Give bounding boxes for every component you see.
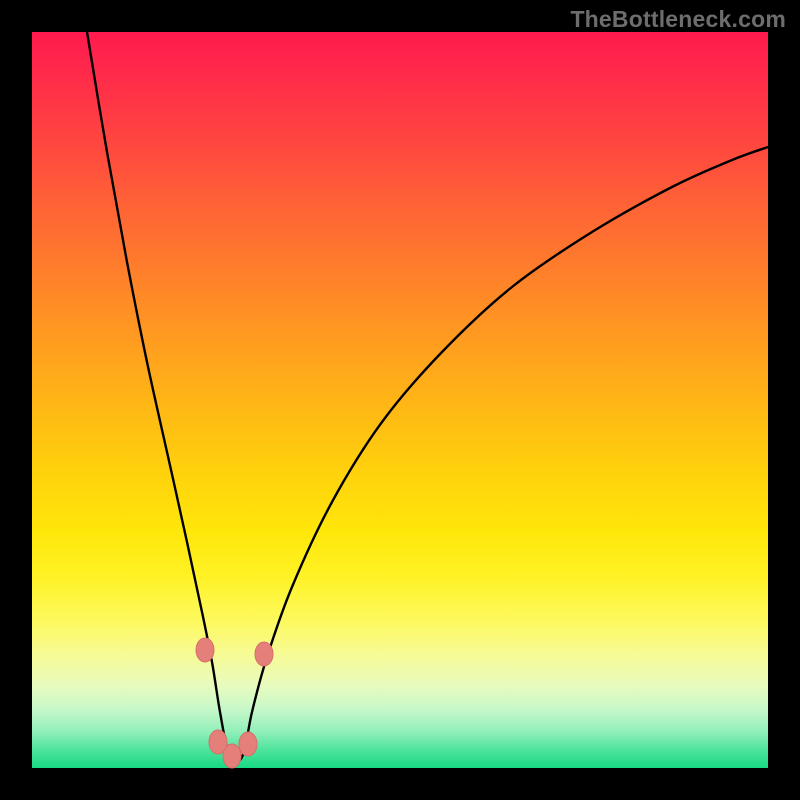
bottleneck-curve-svg	[32, 32, 768, 768]
watermark-text: TheBottleneck.com	[570, 6, 786, 33]
chart-frame	[32, 32, 768, 768]
curve-marker	[239, 732, 257, 756]
curve-markers	[196, 638, 273, 768]
bottleneck-curve-path	[87, 32, 768, 762]
curve-marker	[255, 642, 273, 666]
curve-marker	[223, 744, 241, 768]
curve-marker	[196, 638, 214, 662]
